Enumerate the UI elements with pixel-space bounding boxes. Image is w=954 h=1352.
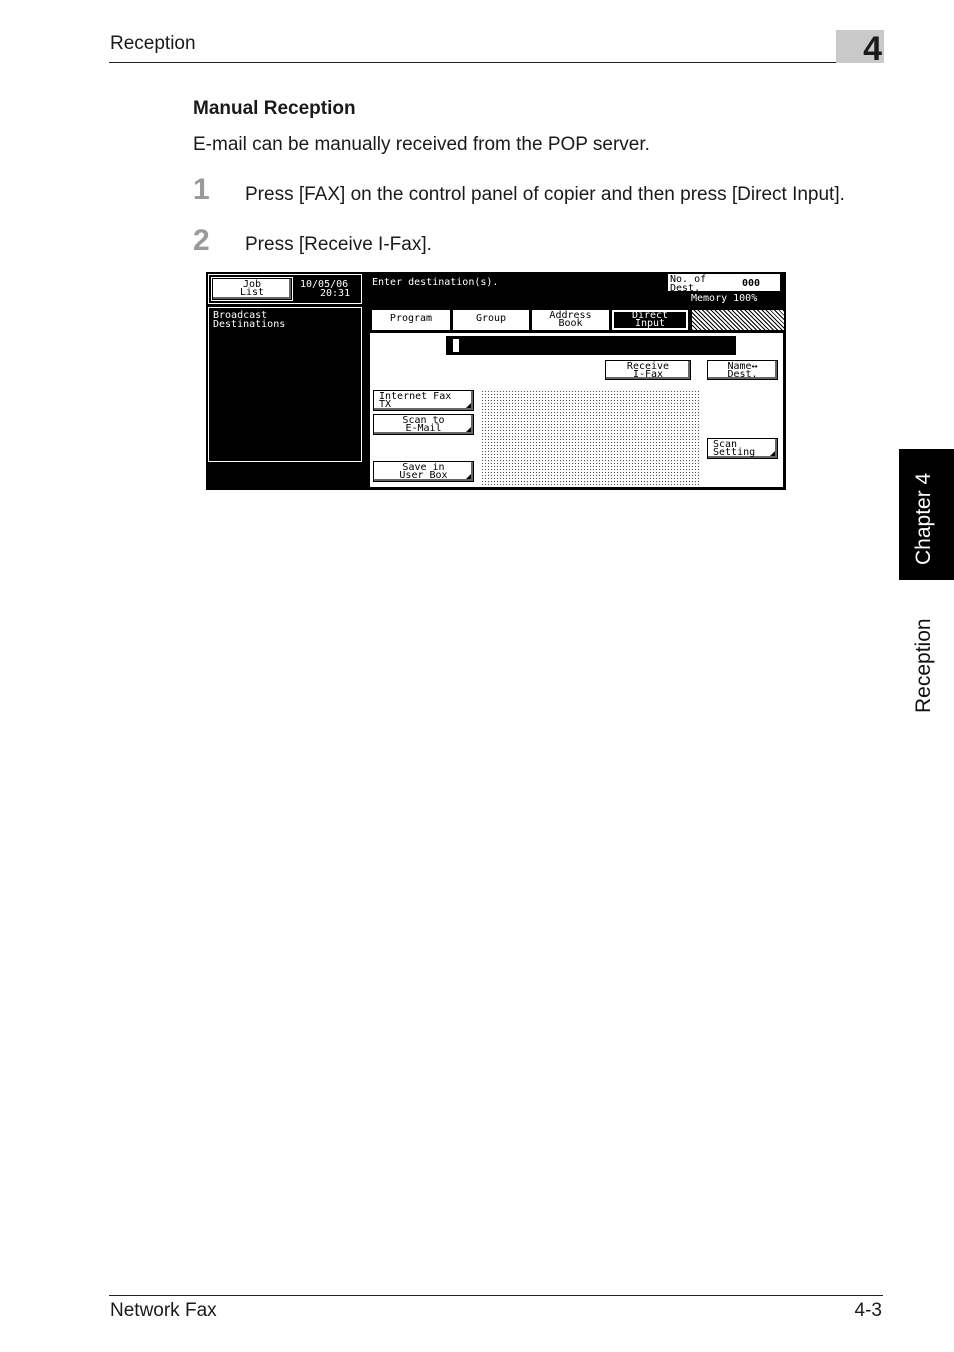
scan-setting-button[interactable]: Scan Setting — [707, 438, 778, 459]
submenu-corner-icon — [466, 403, 471, 408]
button-label: Dest. — [727, 369, 758, 380]
broadcast-label-line: Destinations — [213, 319, 286, 330]
footer-page-number: 4-3 — [854, 1300, 882, 1321]
broadcast-label: Broadcast Destinations — [213, 311, 286, 330]
tab-direct-input[interactable]: Direct Input — [611, 309, 689, 331]
tab-label: Program — [389, 313, 433, 324]
broadcast-destinations-list — [208, 307, 362, 462]
running-header-title: Reception — [110, 33, 196, 54]
text-cursor — [453, 339, 459, 352]
chapter-number-box: 4 — [836, 30, 884, 68]
destination-input-field[interactable] — [446, 336, 736, 355]
dest-count-label-line: Dest. — [670, 283, 701, 294]
tab-label: Book — [558, 318, 583, 329]
dest-count-value: 000 — [742, 278, 761, 289]
step-text: Press [Receive I-Fax]. — [245, 234, 432, 255]
step-text: Press [FAX] on the control panel of copi… — [245, 184, 845, 205]
section-title: Manual Reception — [193, 98, 356, 119]
dest-count-label: No. of Dest. — [670, 275, 706, 294]
side-tab-chapter-label: Chapter 4 — [912, 472, 935, 565]
tab-label: Input — [634, 318, 666, 329]
internet-fax-tx-button[interactable]: Internet Fax TX — [373, 390, 474, 411]
button-label: I-Fax — [632, 369, 664, 380]
tab-group[interactable]: Group — [452, 309, 530, 331]
message-text: Enter destination(s). — [372, 277, 499, 288]
step-number: 1 — [193, 173, 210, 206]
submenu-corner-icon — [466, 427, 471, 432]
side-tab-section-label: Reception — [912, 618, 935, 713]
step-number: 2 — [193, 224, 210, 257]
keyboard-area-dimmed — [481, 390, 699, 485]
memory-indicator: Memory 100% — [691, 293, 758, 304]
button-label: TX — [379, 399, 392, 410]
tab-bar-filler — [692, 310, 784, 330]
button-label: User Box — [399, 470, 448, 481]
section-intro: E-mail can be manually received from the… — [193, 134, 650, 155]
tab-label: Group — [475, 313, 507, 324]
time-display: 20:31 — [320, 288, 351, 299]
tab-address-book[interactable]: Address Book — [531, 309, 610, 331]
job-list-button[interactable]: Job List — [212, 278, 292, 300]
button-label: Internet Fax — [379, 391, 452, 402]
tab-program[interactable]: Program — [371, 309, 451, 331]
name-dest-toggle-button[interactable]: Name↔ Dest. — [707, 360, 778, 380]
save-in-user-box-button[interactable]: Save in User Box — [373, 461, 474, 482]
footer-manual-title: Network Fax — [110, 1300, 217, 1321]
receive-ifax-button[interactable]: Receive I-Fax — [605, 360, 691, 380]
submenu-corner-icon — [466, 474, 471, 479]
button-label: E-Mail — [405, 423, 442, 434]
submenu-corner-icon — [770, 451, 775, 456]
footer-rule — [109, 1295, 883, 1296]
scan-to-email-button[interactable]: Scan to E-Mail — [373, 414, 474, 435]
job-list-line: List — [239, 287, 265, 298]
header-rule — [109, 62, 883, 63]
button-label: Setting — [713, 447, 756, 458]
